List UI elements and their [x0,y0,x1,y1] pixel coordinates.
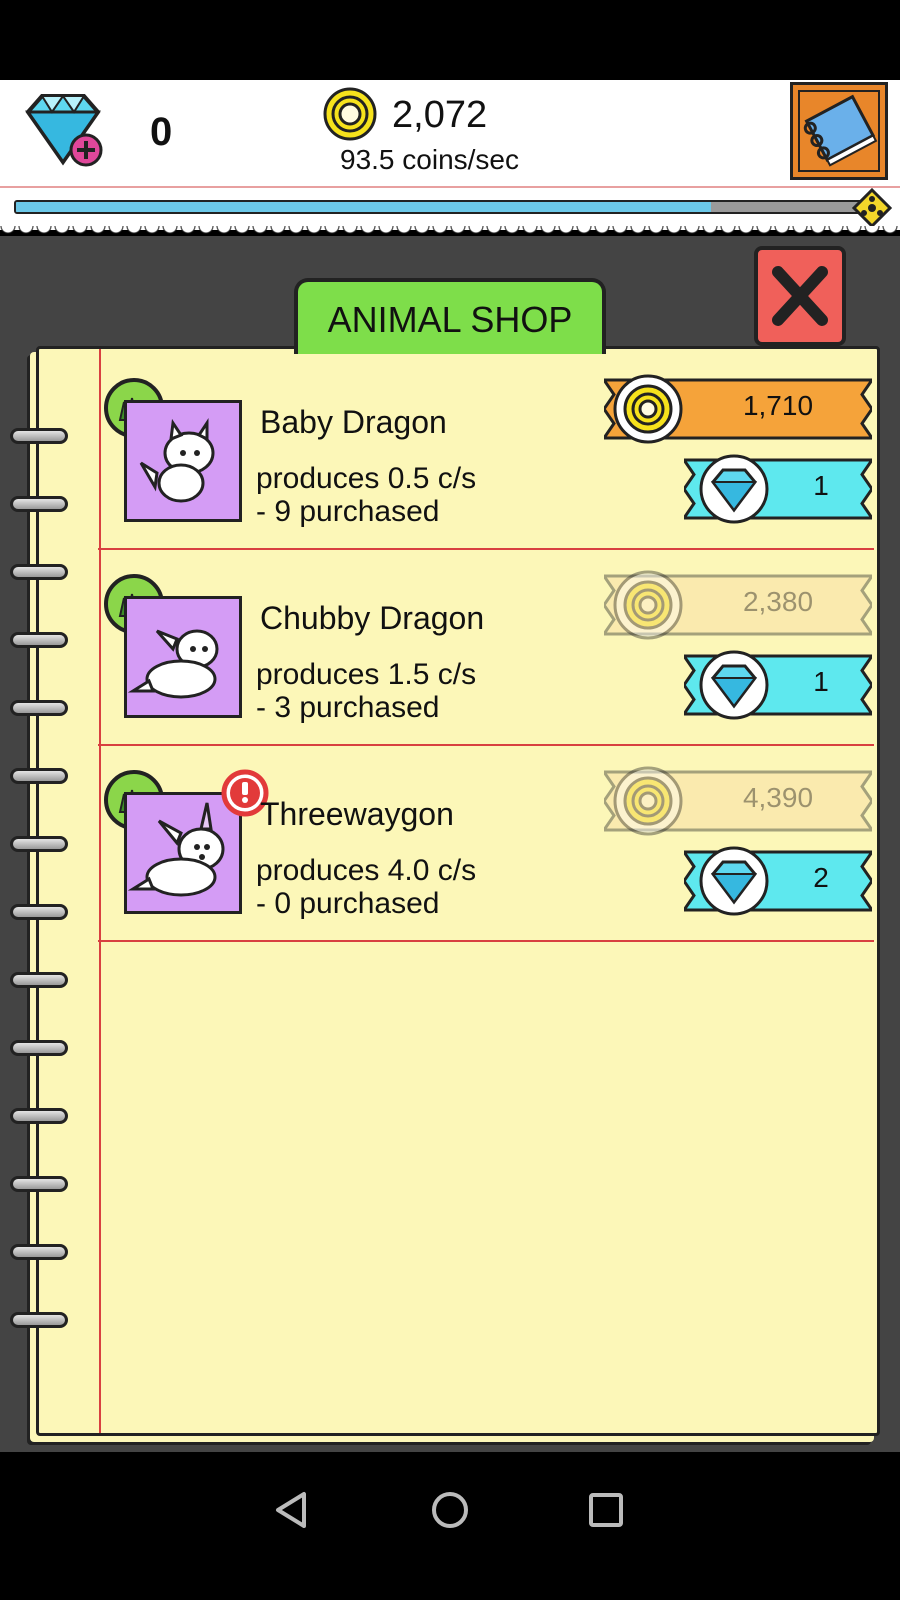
baby-dragon-portrait [124,400,242,522]
item-stats: produces 4.0 c/s - 0 purchased [256,854,476,920]
notebook-ring [10,768,68,784]
hazard-icon [852,188,892,228]
buy-with-gems-button[interactable]: 1 [684,648,872,722]
close-x-icon [772,266,828,326]
back-triangle-icon[interactable] [270,1488,314,1532]
notebook-ring [10,836,68,852]
notebook-ring [10,428,68,444]
gem-count: 0 [150,110,173,154]
gem-plus-icon[interactable] [18,90,108,170]
shop-item-threewaygon: Threewaygon produces 4.0 c/s - 0 purchas… [98,744,874,942]
buy-with-gems-button[interactable]: 2 [684,844,872,918]
shop-item-chubby-dragon: Chubby Dragon produces 1.5 c/s - 3 purch… [98,548,874,746]
coin-price-label: 2,380 [742,586,814,617]
close-button[interactable] [754,246,846,346]
gem-price-label: 2 [813,862,829,893]
item-name: Baby Dragon [260,404,447,440]
gem-icon [699,454,769,524]
album-book-button[interactable] [790,82,888,180]
coin-rate: 93.5 coins/sec [340,144,519,175]
item-name: Threewaygon [260,796,454,832]
item-produces: produces 4.0 c/s [256,854,477,887]
gem-price-label: 1 [813,666,829,697]
recents-square-icon[interactable] [584,1488,628,1532]
notebook-ring [10,1108,68,1124]
notebook-ring [10,496,68,512]
android-nav-bar [0,1452,900,1600]
coin-icon [323,87,377,141]
coin-icon [613,570,683,640]
buy-with-coins-button[interactable]: 4,390 [604,764,872,838]
shop-item-baby-dragon: Baby Dragon produces 0.5 c/s - 9 purchas… [98,352,874,550]
item-stats: produces 0.5 c/s - 9 purchased [256,462,476,528]
progress-fill [16,202,712,212]
notebook-ring [10,632,68,648]
status-bar [0,0,900,80]
book-icon [798,90,880,172]
buy-with-gems-button[interactable]: 1 [684,452,872,526]
item-purchased: - 3 purchased [256,691,440,724]
coin-price-label: 4,390 [742,782,814,813]
item-purchased: - 0 purchased [256,887,440,920]
item-produces: produces 1.5 c/s [256,658,477,691]
notebook-ring [10,972,68,988]
item-purchased: - 9 purchased [256,495,440,528]
home-circle-icon[interactable] [428,1488,472,1532]
top-bar: 0 2,072 93.5 coins/sec [0,80,900,188]
notebook-ring [10,904,68,920]
buy-with-coins-button[interactable]: 1,710 [604,372,872,446]
coin-icon [613,766,683,836]
gem-price-label: 1 [813,470,829,501]
notebook-ring [10,564,68,580]
coin-total: 2,072 [392,94,488,136]
buy-with-coins-button[interactable]: 2,380 [604,568,872,642]
gem-icon [699,650,769,720]
gem-icon [699,846,769,916]
notebook-ring [10,700,68,716]
notebook-ring [10,1312,68,1328]
notebook-ring [10,1244,68,1260]
coin-price-label: 1,710 [742,390,814,421]
item-produces: produces 0.5 c/s [256,462,477,495]
notebook-ring [10,1040,68,1056]
item-name: Chubby Dragon [260,600,485,636]
progress-area [0,188,900,230]
progress-bar [14,200,866,214]
item-stats: produces 1.5 c/s - 3 purchased [256,658,476,724]
shop-title: ANIMAL SHOP [294,278,606,354]
scallop-divider [0,226,900,242]
coin-icon [613,374,683,444]
chubby-dragon-portrait [124,596,242,718]
notebook-ring [10,1176,68,1192]
